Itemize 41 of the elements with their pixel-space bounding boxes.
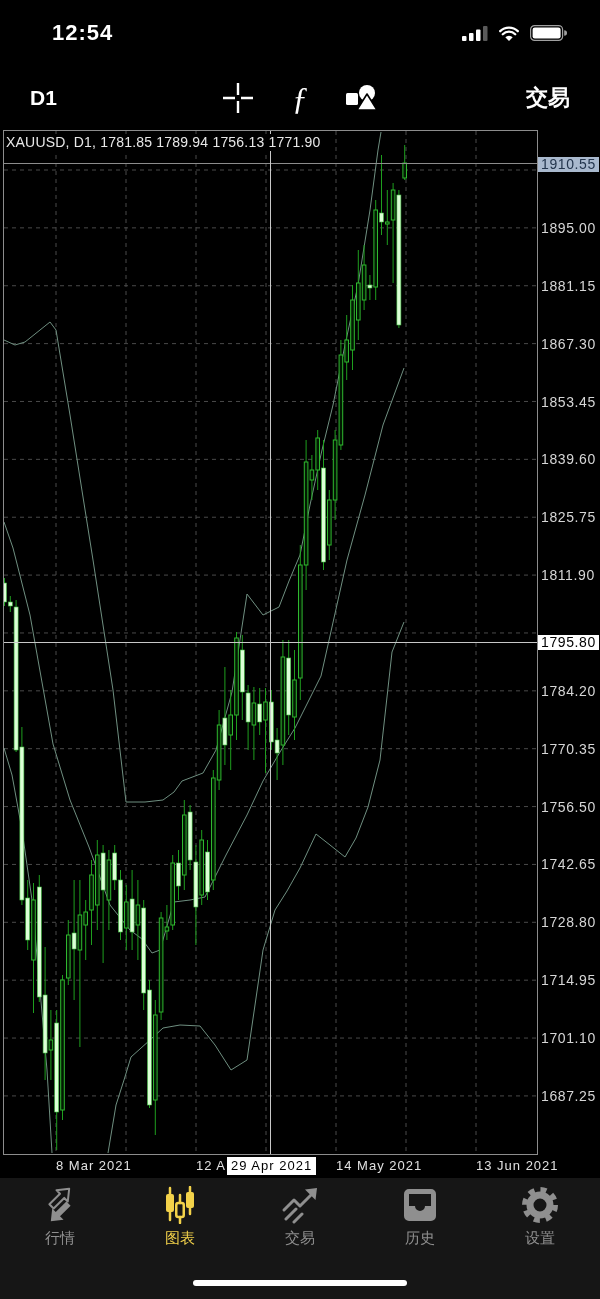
price-axis-label: 1811.90	[541, 566, 595, 585]
price-axis-label: 1881.15	[541, 276, 596, 295]
price-axis-label: 1701.10	[541, 1029, 596, 1047]
crosshair-price-tag: 1795.80	[538, 635, 599, 650]
nav-tab[interactable]: 行情	[0, 1186, 120, 1247]
crosshair-button[interactable]	[220, 80, 256, 116]
indicators-button[interactable]: ƒ	[282, 80, 318, 116]
nav-tab[interactable]: 交易	[240, 1186, 360, 1247]
crosshair-date-tag: 29 Apr 2021	[227, 1157, 317, 1175]
date-axis-label: 8 Mar 2021	[56, 1158, 132, 1174]
price-axis-label: 1770.35	[541, 739, 596, 758]
price-axis-label: 1687.25	[541, 1086, 596, 1105]
shapes-icon	[346, 85, 378, 111]
timeframe-button[interactable]: D1	[30, 84, 57, 112]
price-axis-label: 1853.45	[541, 392, 596, 411]
gear-icon	[521, 1186, 559, 1224]
nav-tab[interactable]: 图表	[120, 1186, 240, 1247]
crosshair-icon	[223, 83, 253, 113]
price-axis-label: 1867.30	[541, 334, 596, 353]
price-axis-label: 1742.65	[541, 855, 596, 874]
inbox-tray-icon	[401, 1186, 439, 1224]
price-axis-label: 1784.20	[541, 681, 596, 700]
signal-icon	[462, 25, 488, 41]
date-axis-label: 14 May 2021	[336, 1158, 423, 1174]
wifi-icon	[499, 25, 519, 41]
price-axis-label: 1728.80	[541, 913, 596, 932]
current-price-tag: 1910.55	[538, 157, 599, 172]
clock-time: 12:54	[52, 20, 114, 46]
nav-tab[interactable]: 历史	[360, 1186, 480, 1247]
price-axis-label: 1825.75	[541, 508, 596, 527]
nav-tab[interactable]: 设置	[480, 1186, 600, 1247]
date-axis-label: 12 A	[196, 1158, 227, 1174]
trend-arrow-icon	[281, 1186, 319, 1224]
price-axis-label: 1839.60	[541, 450, 596, 469]
battery-icon	[530, 25, 567, 41]
price-axis-label: 1756.50	[541, 797, 596, 816]
price-axis-label: 1895.00	[541, 218, 596, 237]
symbol-info-text: XAUUSD, D1, 1781.85 1789.94 1756.13 1771.90	[6, 134, 321, 151]
trade-button[interactable]: 交易	[526, 84, 570, 112]
date-axis-label: 13 Jun 2021	[476, 1158, 559, 1174]
price-axis-label: 1714.95	[541, 971, 596, 990]
